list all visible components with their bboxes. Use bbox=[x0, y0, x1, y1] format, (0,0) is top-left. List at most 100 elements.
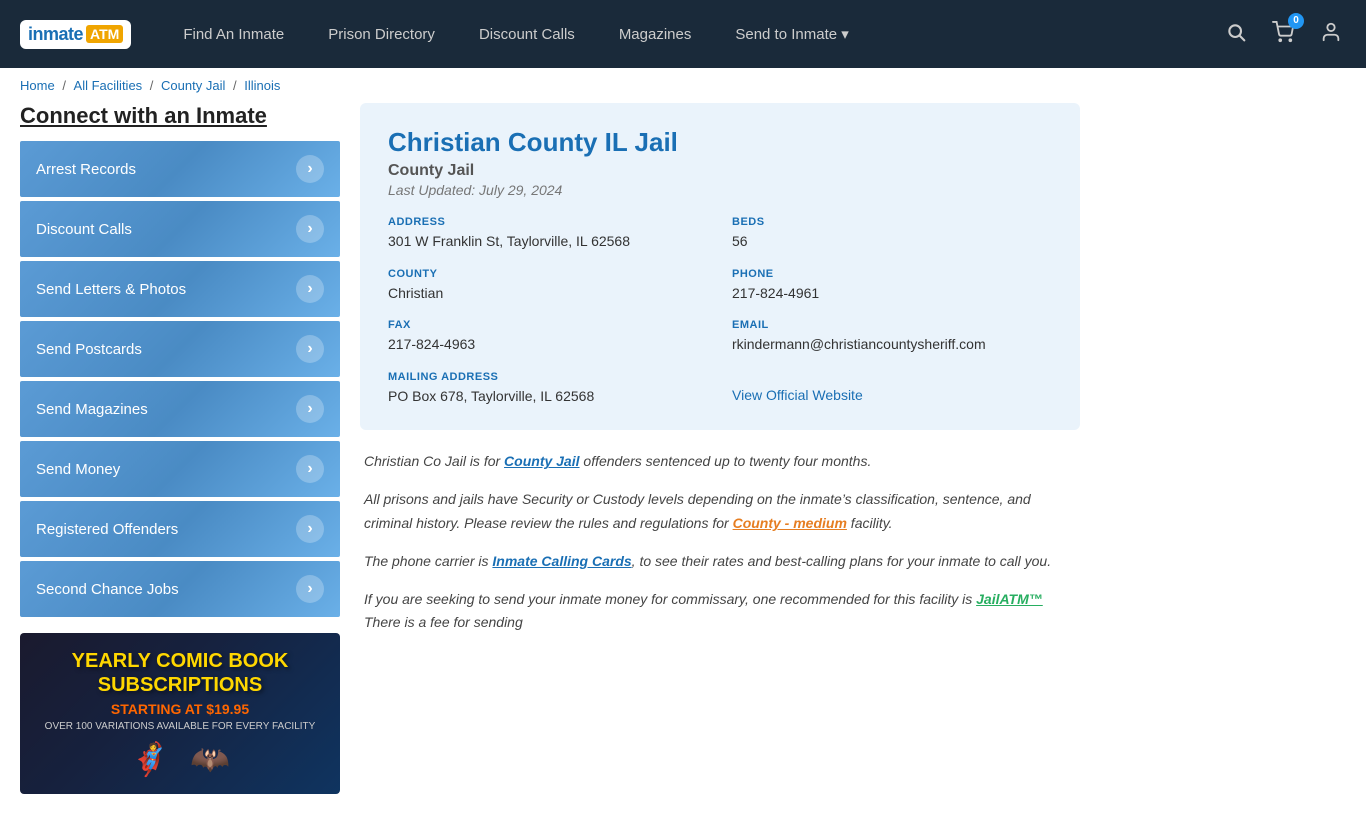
county-value: Christian bbox=[388, 284, 708, 304]
email-label: EMAIL bbox=[732, 319, 1052, 331]
sidebar-item-discount-calls[interactable]: Discount Calls › bbox=[20, 201, 340, 257]
sidebar-item-second-chance-jobs[interactable]: Second Chance Jobs › bbox=[20, 561, 340, 617]
main-container: Connect with an Inmate Arrest Records › … bbox=[0, 103, 1100, 814]
breadcrumb-county-jail[interactable]: County Jail bbox=[161, 78, 225, 93]
detail-fax: FAX 217-824-4963 bbox=[388, 319, 708, 355]
nav-prison-directory[interactable]: Prison Directory bbox=[306, 0, 457, 68]
county-label: COUNTY bbox=[388, 268, 708, 280]
sidebar-item-send-letters[interactable]: Send Letters & Photos › bbox=[20, 261, 340, 317]
desc-p2-pre: All prisons and jails have Security or C… bbox=[364, 491, 1031, 531]
breadcrumb: Home / All Facilities / County Jail / Il… bbox=[0, 68, 1366, 103]
detail-phone: PHONE 217-824-4961 bbox=[732, 268, 1052, 304]
nav-icons: 0 bbox=[1222, 17, 1346, 52]
fax-value: 217-824-4963 bbox=[388, 335, 708, 355]
logo[interactable]: inmate ATM bbox=[20, 20, 131, 49]
desc-p2-post: facility. bbox=[847, 515, 893, 531]
logo-atm: ATM bbox=[86, 25, 123, 43]
county-medium-link[interactable]: County - medium bbox=[733, 515, 847, 531]
sidebar-item-label: Arrest Records bbox=[36, 161, 136, 178]
arrow-icon: › bbox=[296, 395, 324, 423]
detail-mailing: MAILING ADDRESS PO Box 678, Taylorville,… bbox=[388, 371, 708, 407]
desc-p3-post: , to see their rates and best-calling pl… bbox=[632, 553, 1051, 569]
desc-p1-post: offenders sentenced up to twenty four mo… bbox=[580, 453, 872, 469]
arrow-icon: › bbox=[296, 215, 324, 243]
arrow-icon: › bbox=[296, 275, 324, 303]
detail-beds: BEDS 56 bbox=[732, 216, 1052, 252]
desc-p4-post: There is a fee for sending bbox=[364, 614, 523, 630]
sidebar-item-label: Send Money bbox=[36, 461, 120, 478]
breadcrumb-sep1: / bbox=[62, 78, 69, 93]
sidebar-item-send-postcards[interactable]: Send Postcards › bbox=[20, 321, 340, 377]
jailatm-link[interactable]: JailATM™ bbox=[976, 591, 1043, 607]
breadcrumb-all-facilities[interactable]: All Facilities bbox=[74, 78, 143, 93]
sidebar-item-arrest-records[interactable]: Arrest Records › bbox=[20, 141, 340, 197]
breadcrumb-illinois[interactable]: Illinois bbox=[244, 78, 280, 93]
arrow-icon: › bbox=[296, 155, 324, 183]
desc-para1: Christian Co Jail is for County Jail off… bbox=[364, 450, 1076, 474]
website-link[interactable]: View Official Website bbox=[732, 387, 863, 403]
address-value: 301 W Franklin St, Taylorville, IL 62568 bbox=[388, 232, 708, 252]
hero-icon-2: 🦇 bbox=[190, 740, 230, 778]
fax-label: FAX bbox=[388, 319, 708, 331]
user-button[interactable] bbox=[1316, 17, 1346, 52]
nav-links: Find An Inmate Prison Directory Discount… bbox=[161, 0, 1222, 68]
user-icon bbox=[1320, 21, 1342, 43]
arrow-icon: › bbox=[296, 515, 324, 543]
ad-title: YEARLY COMIC BOOKSUBSCRIPTIONS bbox=[72, 649, 289, 697]
logo-text: inmate bbox=[28, 24, 83, 45]
ad-banner[interactable]: YEARLY COMIC BOOKSUBSCRIPTIONS STARTING … bbox=[20, 633, 340, 794]
navbar: inmate ATM Find An Inmate Prison Directo… bbox=[0, 0, 1366, 68]
address-label: ADDRESS bbox=[388, 216, 708, 228]
calling-cards-link[interactable]: Inmate Calling Cards bbox=[492, 553, 631, 569]
search-button[interactable] bbox=[1222, 18, 1250, 51]
cart-button[interactable]: 0 bbox=[1268, 17, 1298, 52]
phone-value: 217-824-4961 bbox=[732, 284, 1052, 304]
breadcrumb-sep2: / bbox=[150, 78, 157, 93]
beds-label: BEDS bbox=[732, 216, 1052, 228]
desc-para2: All prisons and jails have Security or C… bbox=[364, 488, 1076, 536]
sidebar-menu: Arrest Records › Discount Calls › Send L… bbox=[20, 141, 340, 617]
content-area: Christian County IL Jail County Jail Las… bbox=[360, 103, 1080, 794]
cart-badge: 0 bbox=[1288, 13, 1304, 29]
ad-subtitle: STARTING AT $19.95 bbox=[111, 701, 249, 717]
facility-details: ADDRESS 301 W Franklin St, Taylorville, … bbox=[388, 216, 1052, 406]
sidebar-item-label: Second Chance Jobs bbox=[36, 581, 179, 598]
nav-discount-calls[interactable]: Discount Calls bbox=[457, 0, 597, 68]
ad-heroes: 🦸 🦇 bbox=[130, 740, 230, 778]
facility-updated: Last Updated: July 29, 2024 bbox=[388, 182, 1052, 198]
detail-email: EMAIL rkindermann@christiancountysheriff… bbox=[732, 319, 1052, 355]
facility-type: County Jail bbox=[388, 162, 1052, 180]
nav-send-to-inmate[interactable]: Send to Inmate ▾ bbox=[713, 0, 870, 68]
mailing-value: PO Box 678, Taylorville, IL 62568 bbox=[388, 387, 708, 407]
desc-para3: The phone carrier is Inmate Calling Card… bbox=[364, 550, 1076, 574]
county-jail-link[interactable]: County Jail bbox=[504, 453, 579, 469]
breadcrumb-sep3: / bbox=[233, 78, 240, 93]
desc-para4: If you are seeking to send your inmate m… bbox=[364, 588, 1076, 636]
nav-find-inmate[interactable]: Find An Inmate bbox=[161, 0, 306, 68]
sidebar-item-label: Registered Offenders bbox=[36, 521, 178, 538]
facility-card: Christian County IL Jail County Jail Las… bbox=[360, 103, 1080, 430]
breadcrumb-home[interactable]: Home bbox=[20, 78, 55, 93]
facility-name: Christian County IL Jail bbox=[388, 127, 1052, 158]
sidebar-item-label: Send Letters & Photos bbox=[36, 281, 186, 298]
arrow-icon: › bbox=[296, 335, 324, 363]
desc-p1-pre: Christian Co Jail is for bbox=[364, 453, 504, 469]
sidebar-item-registered-offenders[interactable]: Registered Offenders › bbox=[20, 501, 340, 557]
sidebar-title: Connect with an Inmate bbox=[20, 103, 340, 129]
desc-p3-pre: The phone carrier is bbox=[364, 553, 492, 569]
desc-p4-pre: If you are seeking to send your inmate m… bbox=[364, 591, 976, 607]
nav-magazines[interactable]: Magazines bbox=[597, 0, 714, 68]
phone-label: PHONE bbox=[732, 268, 1052, 280]
sidebar-item-label: Discount Calls bbox=[36, 221, 132, 238]
detail-address: ADDRESS 301 W Franklin St, Taylorville, … bbox=[388, 216, 708, 252]
arrow-icon: › bbox=[296, 455, 324, 483]
sidebar-item-send-magazines[interactable]: Send Magazines › bbox=[20, 381, 340, 437]
sidebar: Connect with an Inmate Arrest Records › … bbox=[20, 103, 340, 794]
email-value: rkindermann@christiancountysheriff.com bbox=[732, 335, 1052, 355]
beds-value: 56 bbox=[732, 232, 1052, 252]
ad-desc: OVER 100 VARIATIONS AVAILABLE FOR EVERY … bbox=[45, 721, 316, 732]
description-area: Christian Co Jail is for County Jail off… bbox=[360, 450, 1080, 635]
hero-icon-1: 🦸 bbox=[130, 740, 170, 778]
sidebar-item-send-money[interactable]: Send Money › bbox=[20, 441, 340, 497]
sidebar-item-label: Send Postcards bbox=[36, 341, 142, 358]
